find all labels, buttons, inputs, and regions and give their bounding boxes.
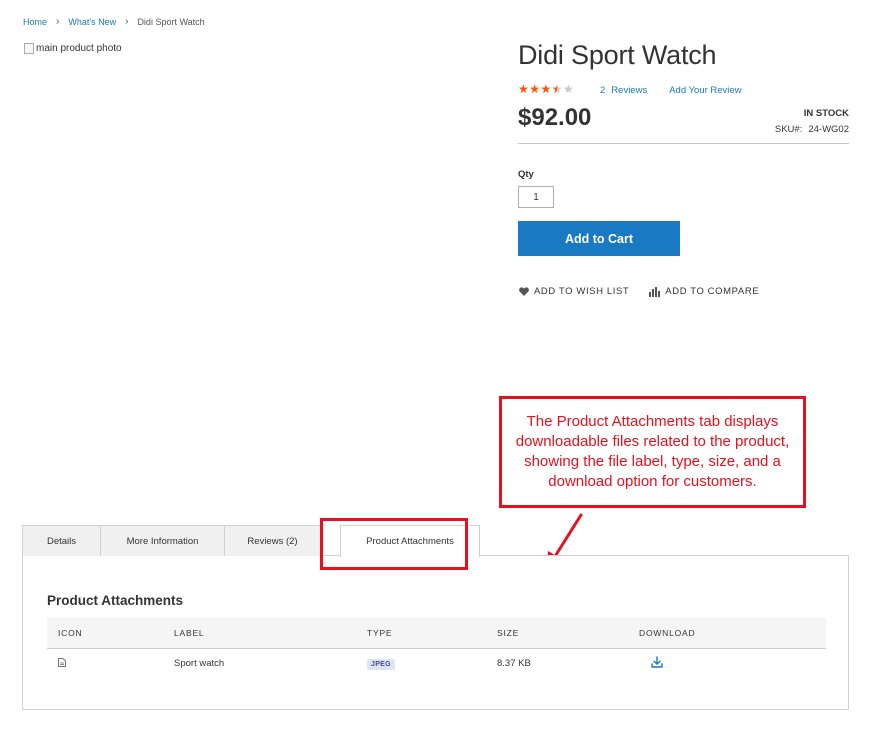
breadcrumb-whats-new-link[interactable]: What's New [68, 17, 116, 27]
rating-stars: ★★★★★ ★★★★★ [518, 82, 578, 96]
breadcrumb-separator: › [56, 16, 60, 27]
main-product-photo-alt: main product photo [36, 43, 122, 54]
attachment-icon-cell [47, 648, 174, 679]
add-to-compare-button[interactable]: ADD TO COMPARE [649, 286, 759, 297]
info-divider [518, 143, 849, 144]
product-price: $92.00 [518, 104, 592, 131]
add-to-wishlist-label: ADD TO WISH LIST [534, 286, 630, 297]
breadcrumb-separator: › [125, 16, 129, 27]
reviews-label: Reviews [611, 84, 648, 96]
product-sku: SKU#: 24-WG02 [775, 124, 849, 135]
table-row: Sport watch JPEG 8.37 KB [47, 648, 826, 679]
broken-image-icon [24, 43, 34, 54]
add-to-wishlist-button[interactable]: ADD TO WISH LIST [519, 286, 629, 297]
reviews-link[interactable]: 2 Reviews [600, 85, 647, 96]
qty-input[interactable] [518, 186, 554, 208]
file-icon [58, 657, 66, 667]
rating-stars-filled: ★★★★★ [518, 82, 557, 96]
heart-icon [519, 287, 529, 296]
product-attachments-panel: Product Attachments ICON LABEL TYPE SIZE… [22, 555, 849, 710]
annotation-callout: The Product Attachments tab displays dow… [499, 396, 806, 508]
add-to-compare-label: ADD TO COMPARE [665, 286, 760, 297]
breadcrumb: Home › What's New › Didi Sport Watch [23, 16, 205, 27]
attachment-download-cell [639, 648, 826, 679]
panel-title: Product Attachments [47, 593, 184, 608]
column-header-download: DOWNLOAD [639, 618, 826, 649]
reviews-count: 2 [600, 84, 606, 96]
product-rating: ★★★★★ ★★★★★ 2 Reviews Add Your Review [518, 82, 742, 96]
tab-product-attachments[interactable]: Product Attachments [340, 525, 480, 557]
qty-label: Qty [518, 169, 534, 180]
attachments-table: ICON LABEL TYPE SIZE DOWNLOAD Sport watc… [47, 618, 826, 679]
breadcrumb-current: Didi Sport Watch [137, 16, 205, 27]
tab-details[interactable]: Details [22, 525, 101, 556]
sku-label: SKU#: [774, 124, 803, 135]
product-social-actions: ADD TO WISH LIST ADD TO COMPARE [519, 286, 759, 297]
column-header-size: SIZE [497, 618, 639, 649]
attachment-type-cell: JPEG [367, 648, 497, 679]
column-header-icon: ICON [47, 618, 174, 649]
add-to-cart-button[interactable]: Add to Cart [518, 221, 680, 256]
product-info-tabs: Details More Information Reviews (2) Pro… [22, 525, 849, 557]
sku-value: 24-WG02 [808, 124, 849, 135]
column-header-label: LABEL [174, 618, 367, 649]
tab-list: Details More Information Reviews (2) Pro… [22, 525, 849, 557]
column-header-type: TYPE [367, 618, 497, 649]
product-title: Didi Sport Watch [518, 40, 717, 70]
compare-icon [649, 286, 661, 297]
tab-more-information[interactable]: More Information [101, 525, 225, 556]
attachment-type-badge: JPEG [367, 658, 395, 670]
tab-reviews[interactable]: Reviews (2) [225, 525, 321, 556]
main-product-photo[interactable]: main product photo [24, 43, 122, 54]
attachment-label: Sport watch [174, 658, 225, 670]
download-icon [651, 656, 663, 668]
stock-status: IN STOCK [803, 108, 849, 119]
attachment-size: 8.37 KB [497, 658, 531, 670]
add-review-link[interactable]: Add Your Review [669, 85, 741, 96]
breadcrumb-home-link[interactable]: Home [23, 17, 47, 27]
download-button[interactable] [651, 656, 663, 671]
table-header-row: ICON LABEL TYPE SIZE DOWNLOAD [47, 618, 826, 649]
